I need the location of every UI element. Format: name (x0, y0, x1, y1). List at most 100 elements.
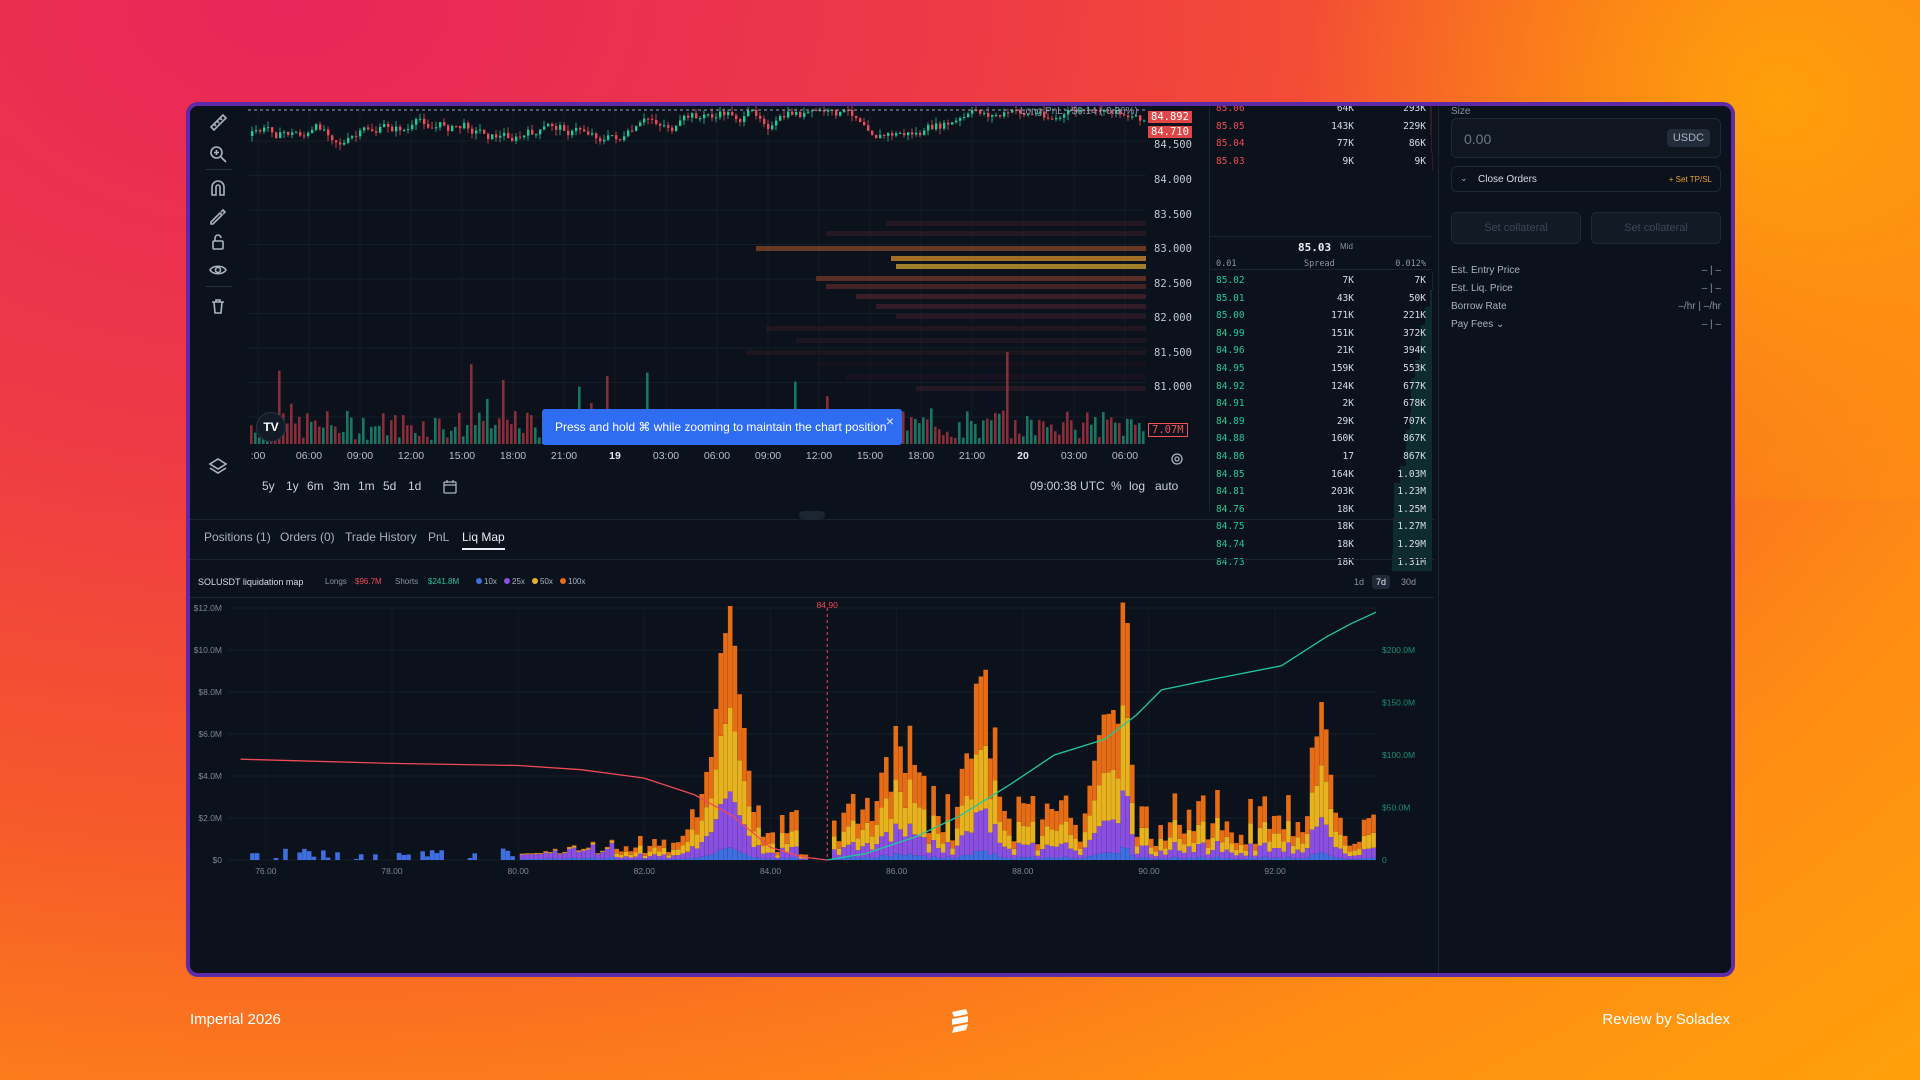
price-chart[interactable]: Long PnL: -$0.14 (-0.36%) 84.892 84.710 … (190, 106, 1201, 511)
bid-row[interactable]: 84.89 29K 707K (1210, 412, 1432, 431)
period-30d[interactable]: 30d (1397, 575, 1420, 589)
liq-bar-25x (1234, 855, 1239, 860)
candle-body (519, 136, 522, 138)
volume-bar (534, 427, 537, 444)
liq-bar-50x (1257, 827, 1263, 846)
size-input[interactable]: 0.00 USDC (1451, 118, 1721, 158)
legend-25x[interactable]: 25x (504, 577, 525, 586)
liq-bar-100x (567, 846, 572, 848)
tab-trade-history[interactable]: Trade History (345, 530, 417, 544)
tab-positions[interactable]: Positions (1) (204, 530, 271, 544)
candle-body (371, 129, 374, 132)
bid-row[interactable]: 84.99 151K 372K (1210, 324, 1432, 343)
ask-row[interactable]: 85.03 9K 9K (1210, 152, 1432, 171)
time-axis[interactable]: :00 06:00 09:00 12:00 15:00 18:00 21:00 19 03:00… (248, 450, 1144, 468)
set-collateral-button-2[interactable]: Set collateral (1591, 212, 1721, 244)
liq-bar-25x (950, 854, 955, 860)
y-right-tick: $50.0M (1382, 803, 1410, 813)
close-icon[interactable]: × (886, 413, 894, 429)
zoom-in-icon[interactable] (208, 144, 228, 164)
legend-10x[interactable]: 10x (476, 577, 497, 586)
liq-bar-50x (647, 851, 653, 857)
range-5d[interactable]: 5d (383, 479, 396, 493)
bid-row[interactable]: 85.02 7K 7K (1210, 272, 1432, 290)
log-toggle[interactable]: log (1129, 479, 1145, 493)
set-tpsl-link[interactable]: + Set TP/SL (1669, 175, 1712, 184)
range-6m[interactable]: 6m (307, 479, 324, 493)
candle-body (423, 118, 426, 124)
bid-row[interactable]: 84.96 21K 394K (1210, 342, 1432, 360)
bid-row[interactable]: 84.91 2K 678K (1210, 395, 1432, 413)
range-1d[interactable]: 1d (408, 479, 421, 493)
liq-bar-25x (671, 855, 676, 860)
candle-body (539, 129, 542, 135)
period-1d[interactable]: 1d (1350, 575, 1368, 589)
bid-row[interactable]: 85.01 43K 50K (1210, 289, 1432, 308)
set-collateral-button[interactable]: Set collateral (1451, 212, 1581, 244)
range-1y[interactable]: 1y (286, 479, 299, 493)
trash-icon[interactable] (208, 296, 228, 316)
bid-row[interactable]: 84.81 203K 1.23M (1210, 483, 1432, 501)
period-7d[interactable]: 7d (1372, 575, 1391, 589)
ask-row[interactable]: 85.06 64K 293K (1210, 106, 1432, 118)
bid-row[interactable]: 84.95 159K 553K (1210, 360, 1432, 378)
candlestick-chart[interactable] (248, 106, 1146, 446)
lock-icon[interactable] (208, 232, 228, 252)
spread-tick[interactable]: 0.01 (1216, 259, 1236, 269)
tradingview-logo[interactable]: TV (256, 412, 286, 442)
bid-row[interactable]: 84.76 18K 1.25M (1210, 500, 1432, 519)
ruler-icon[interactable] (208, 112, 228, 132)
liq-bar-10x (1191, 858, 1197, 860)
candle-body (459, 125, 462, 129)
range-5y[interactable]: 5y (262, 479, 275, 493)
bid-price: 85.02 (1216, 275, 1245, 286)
bid-row[interactable]: 85.00 171K 221K (1210, 307, 1432, 325)
legend-50x[interactable]: 50x (532, 577, 553, 586)
tab-liq-map[interactable]: Liq Map (462, 530, 505, 550)
close-orders-toggle[interactable]: ⌄ Close Orders + Set TP/SL (1451, 166, 1721, 192)
liquidity-heat-bar (816, 362, 1146, 367)
liq-bar-100x (1002, 810, 1007, 831)
candle-body (415, 119, 418, 125)
magnet-icon[interactable] (208, 178, 228, 198)
liq-bar-10x (727, 847, 733, 860)
liq-bar-100x (1305, 816, 1310, 834)
liquidation-map-chart[interactable]: $0 $2.0M $4.0M $6.0M $8.0M $10.0M $12.0M 0 $50.0… (190, 600, 1434, 977)
panel-resize-handle[interactable] (799, 511, 825, 519)
liq-bar-25x (954, 845, 960, 858)
range-1m[interactable]: 1m (358, 479, 375, 493)
liq-bar-100x (1215, 789, 1220, 818)
ask-row[interactable]: 85.04 77K 86K (1210, 135, 1432, 153)
legend-100x[interactable]: 100x (560, 577, 585, 586)
eye-icon[interactable] (208, 260, 228, 280)
bid-row[interactable]: 84.85 164K 1.03M (1210, 465, 1432, 484)
x-tick: 88.00 (1012, 866, 1034, 876)
calendar-icon[interactable] (442, 479, 458, 495)
range-3m[interactable]: 3m (333, 479, 350, 493)
volume-bar (962, 437, 965, 444)
size-unit-button[interactable]: USDC (1666, 129, 1710, 147)
bid-row[interactable]: 84.88 160K 867K (1210, 430, 1432, 448)
ask-row[interactable]: 85.05 143K 229K (1210, 117, 1432, 136)
tab-orders[interactable]: Orders (0) (280, 530, 335, 544)
settings-gear-icon[interactable] (1170, 452, 1184, 466)
tab-pnl[interactable]: PnL (428, 530, 449, 544)
pencil-lock-icon[interactable] (208, 206, 228, 226)
liq-bar-10x (950, 859, 955, 860)
bid-row[interactable]: 84.86 17 867K (1210, 448, 1432, 466)
auto-toggle[interactable]: auto (1155, 479, 1178, 493)
time-tick: 12:00 (805, 450, 833, 462)
candle-body (499, 135, 502, 138)
liq-bar-25x (841, 847, 847, 858)
liq-bar-50x (661, 847, 667, 855)
percent-toggle[interactable]: % (1111, 479, 1122, 493)
ask-price: 85.05 (1216, 120, 1245, 132)
liq-bar-25x (1059, 843, 1064, 858)
liq-bar-50x (1111, 769, 1116, 820)
bid-row[interactable]: 84.92 124K 677K (1210, 377, 1432, 396)
volume-bar (414, 433, 417, 444)
liq-bar-100x (1172, 793, 1178, 821)
price-axis[interactable]: 84.892 84.710 84.500 84.000 83.500 83.00… (1146, 106, 1201, 446)
pay-fees-row[interactable]: Pay Fees ⌄ – | – (1451, 319, 1721, 330)
volume-bar (522, 433, 525, 444)
